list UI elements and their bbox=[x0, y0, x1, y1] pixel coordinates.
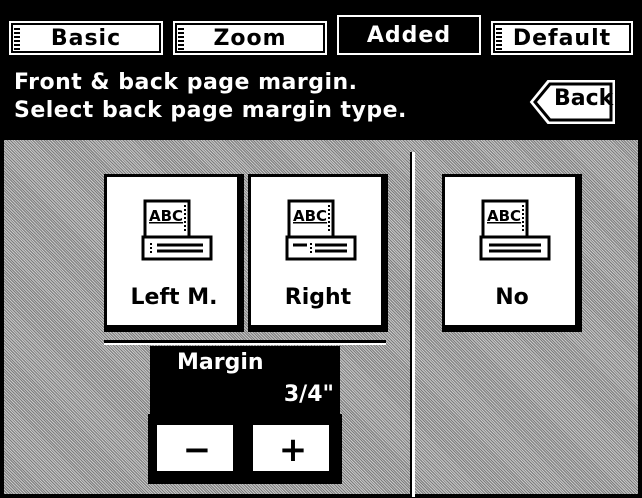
no-margin-label: No bbox=[495, 285, 529, 310]
tab-default[interactable]: Default bbox=[488, 18, 636, 58]
left-margin-label: Left M. bbox=[130, 285, 218, 310]
margin-value: 3/4" bbox=[283, 382, 334, 407]
tab-added-label: Added bbox=[366, 22, 452, 48]
margin-display: Margin 3/4" bbox=[150, 346, 340, 414]
svg-text:ABC: ABC bbox=[293, 207, 327, 225]
no-margin-button[interactable]: ABC No bbox=[442, 174, 582, 332]
right-margin-button[interactable]: ABC Right bbox=[248, 174, 388, 332]
svg-text:ABC: ABC bbox=[149, 207, 183, 225]
tab-grip-icon bbox=[14, 26, 20, 50]
tab-zoom[interactable]: Zoom bbox=[170, 18, 330, 58]
tab-zoom-label: Zoom bbox=[213, 25, 287, 51]
page-no-margin-icon: ABC bbox=[479, 199, 551, 261]
page-margin-right-icon: ABC bbox=[285, 199, 357, 261]
back-label: Back bbox=[554, 86, 614, 111]
tab-grip-icon bbox=[178, 26, 184, 50]
margin-increase-button[interactable]: + bbox=[250, 422, 336, 478]
margin-decrease-button[interactable]: − bbox=[154, 422, 240, 478]
svg-text:ABC: ABC bbox=[487, 207, 521, 225]
message-line-2: Select back page margin type. bbox=[14, 98, 407, 123]
margin-title: Margin bbox=[177, 350, 264, 375]
minus-icon: − bbox=[182, 430, 212, 470]
page-margin-left-icon: ABC bbox=[141, 199, 213, 261]
margin-separator bbox=[104, 340, 386, 345]
tab-basic[interactable]: Basic bbox=[6, 18, 166, 58]
plus-icon: + bbox=[278, 430, 308, 470]
tab-added[interactable]: Added bbox=[334, 12, 484, 58]
message-line-1: Front & back page margin. bbox=[14, 70, 358, 95]
tab-basic-label: Basic bbox=[50, 25, 122, 51]
back-button[interactable]: Back bbox=[528, 79, 618, 125]
right-margin-label: Right bbox=[284, 285, 352, 310]
panel-divider bbox=[412, 152, 415, 497]
tab-grip-icon bbox=[496, 26, 502, 50]
tab-default-label: Default bbox=[512, 25, 612, 51]
left-margin-button[interactable]: ABC Left M. bbox=[104, 174, 244, 332]
